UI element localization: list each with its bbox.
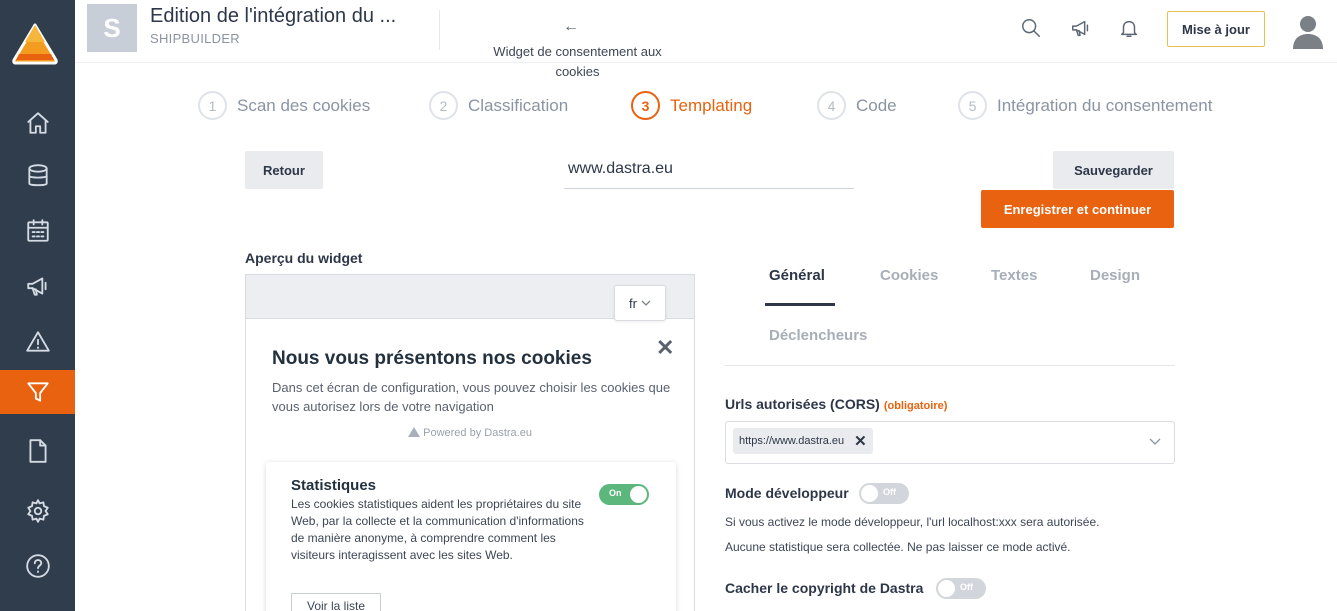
megaphone-icon[interactable]	[1070, 17, 1094, 41]
workspace-avatar: S	[87, 4, 137, 52]
help-icon	[25, 554, 50, 578]
chevron-down-icon	[641, 300, 651, 306]
step-number: 5	[958, 91, 987, 120]
funnel-icon	[26, 382, 49, 402]
nav-documents[interactable]	[0, 429, 75, 473]
category-description: Les cookies statistiques aident les prop…	[291, 497, 584, 562]
step-templating[interactable]: 3 Templating	[631, 91, 752, 120]
update-button[interactable]: Mise à jour	[1167, 11, 1265, 47]
category-toggle[interactable]: On	[599, 484, 649, 505]
section-title: Widget de consentement aux cookies	[493, 44, 662, 79]
preview-label: Aperçu du widget	[245, 250, 363, 266]
toggle-label: Off	[883, 487, 896, 497]
powered-by[interactable]: Powered by Dastra.eu	[246, 427, 694, 439]
top-header: S Edition de l'intégration du ... SHIPBU…	[75, 0, 1337, 79]
gear-icon	[26, 499, 49, 523]
category-title: Statistiques	[291, 477, 377, 494]
step-consent-integration[interactable]: 5 Intégration du consentement	[958, 91, 1212, 120]
search-icon[interactable]	[1020, 17, 1044, 41]
step-label: Scan des cookies	[237, 95, 371, 115]
url-chip-label: https://www.dastra.eu	[739, 435, 845, 447]
step-number: 4	[817, 91, 846, 120]
nav-calendar[interactable]	[0, 209, 75, 253]
user-icon[interactable]	[1291, 12, 1325, 50]
calendar-icon	[26, 219, 49, 242]
cors-label: Urls autorisées (CORS) (obligatoire)	[725, 396, 947, 412]
nav-settings[interactable]	[0, 489, 75, 533]
remove-chip-icon[interactable]: ✕	[854, 432, 867, 450]
save-button[interactable]: Sauvegarder	[1053, 151, 1174, 189]
step-scan[interactable]: 1 Scan des cookies	[198, 91, 370, 120]
header-divider	[439, 10, 440, 50]
bell-icon[interactable]	[1118, 17, 1142, 41]
sidebar	[0, 0, 75, 611]
save-and-continue-button[interactable]: Enregistrer et continuer	[981, 190, 1174, 228]
database-icon	[27, 164, 48, 187]
view-list-button[interactable]: Voir la liste	[291, 593, 381, 611]
toggle-knob	[861, 485, 878, 502]
back-button[interactable]: Retour	[245, 151, 323, 189]
widget-title: Nous vous présentons nos cookies	[272, 348, 592, 369]
dastra-logo[interactable]	[11, 22, 59, 66]
cors-label-text: Urls autorisées (CORS)	[725, 396, 880, 412]
step-label: Templating	[670, 95, 753, 115]
tab-general[interactable]: Général	[769, 267, 825, 284]
step-label: Intégration du consentement	[997, 95, 1213, 115]
step-classification[interactable]: 2 Classification	[429, 91, 568, 120]
widget-preview: fr ✕ Nous vous présentons nos cookies Da…	[245, 274, 695, 611]
cookie-category-card: Statistiques Les cookies statistiques ai…	[266, 462, 676, 611]
step-code[interactable]: 4 Code	[817, 91, 897, 120]
close-icon[interactable]: ✕	[656, 335, 674, 361]
nav-campaigns[interactable]	[0, 264, 75, 308]
home-icon	[26, 112, 49, 134]
language-select[interactable]: fr	[614, 285, 666, 321]
chevron-down-icon[interactable]	[1148, 434, 1162, 448]
page-title: Edition de l'intégration du ...	[150, 5, 397, 27]
back-arrow-icon[interactable]: ←	[563, 18, 579, 36]
nav-incidents[interactable]	[0, 320, 75, 364]
required-badge: (obligatoire)	[883, 400, 948, 412]
dev-mode-help-2: Aucune statistique sera collectée. Ne pa…	[725, 540, 1071, 554]
dev-mode-help-1: Si vous activez le mode développeur, l'u…	[725, 515, 1100, 529]
dastra-mini-logo-icon	[408, 427, 421, 437]
step-label: Code	[856, 95, 897, 115]
nav-home[interactable]	[0, 101, 75, 145]
tab-cookies[interactable]: Cookies	[880, 267, 938, 284]
widget-description: Dans cet écran de configuration, vous po…	[272, 380, 671, 414]
nav-cookies[interactable]	[0, 370, 75, 414]
website-url-input[interactable]	[564, 150, 854, 189]
tab-triggers[interactable]: Déclencheurs	[769, 327, 867, 344]
dev-mode-label: Mode développeur	[725, 485, 849, 501]
nav-data[interactable]	[0, 154, 75, 198]
step-number: 2	[429, 91, 458, 120]
language-value: fr	[629, 295, 637, 311]
document-icon	[28, 439, 47, 463]
tab-design[interactable]: Design	[1090, 267, 1140, 284]
active-tab-indicator	[765, 303, 835, 306]
tabs-divider	[725, 365, 1175, 366]
megaphone-icon	[26, 277, 47, 296]
cors-urls-select[interactable]: https://www.dastra.eu ✕	[725, 421, 1175, 464]
toggle-knob	[630, 486, 647, 503]
step-number: 3	[631, 91, 660, 120]
toggle-label: On	[609, 488, 622, 498]
hide-copyright-label: Cacher le copyright de Dastra	[725, 580, 924, 596]
url-chip: https://www.dastra.eu ✕	[733, 428, 873, 454]
dev-mode-toggle[interactable]: Off	[859, 483, 909, 504]
step-label: Classification	[468, 95, 569, 115]
tab-texts[interactable]: Textes	[991, 267, 1037, 284]
warning-icon	[25, 331, 50, 352]
step-number: 1	[198, 91, 227, 120]
page-subtitle: SHIPBUILDER	[150, 31, 240, 46]
toggle-knob	[938, 580, 955, 597]
nav-help[interactable]	[0, 544, 75, 588]
hide-copyright-toggle[interactable]: Off	[936, 578, 986, 599]
powered-by-text: Powered by Dastra.eu	[423, 427, 532, 439]
toggle-label: Off	[960, 582, 973, 592]
